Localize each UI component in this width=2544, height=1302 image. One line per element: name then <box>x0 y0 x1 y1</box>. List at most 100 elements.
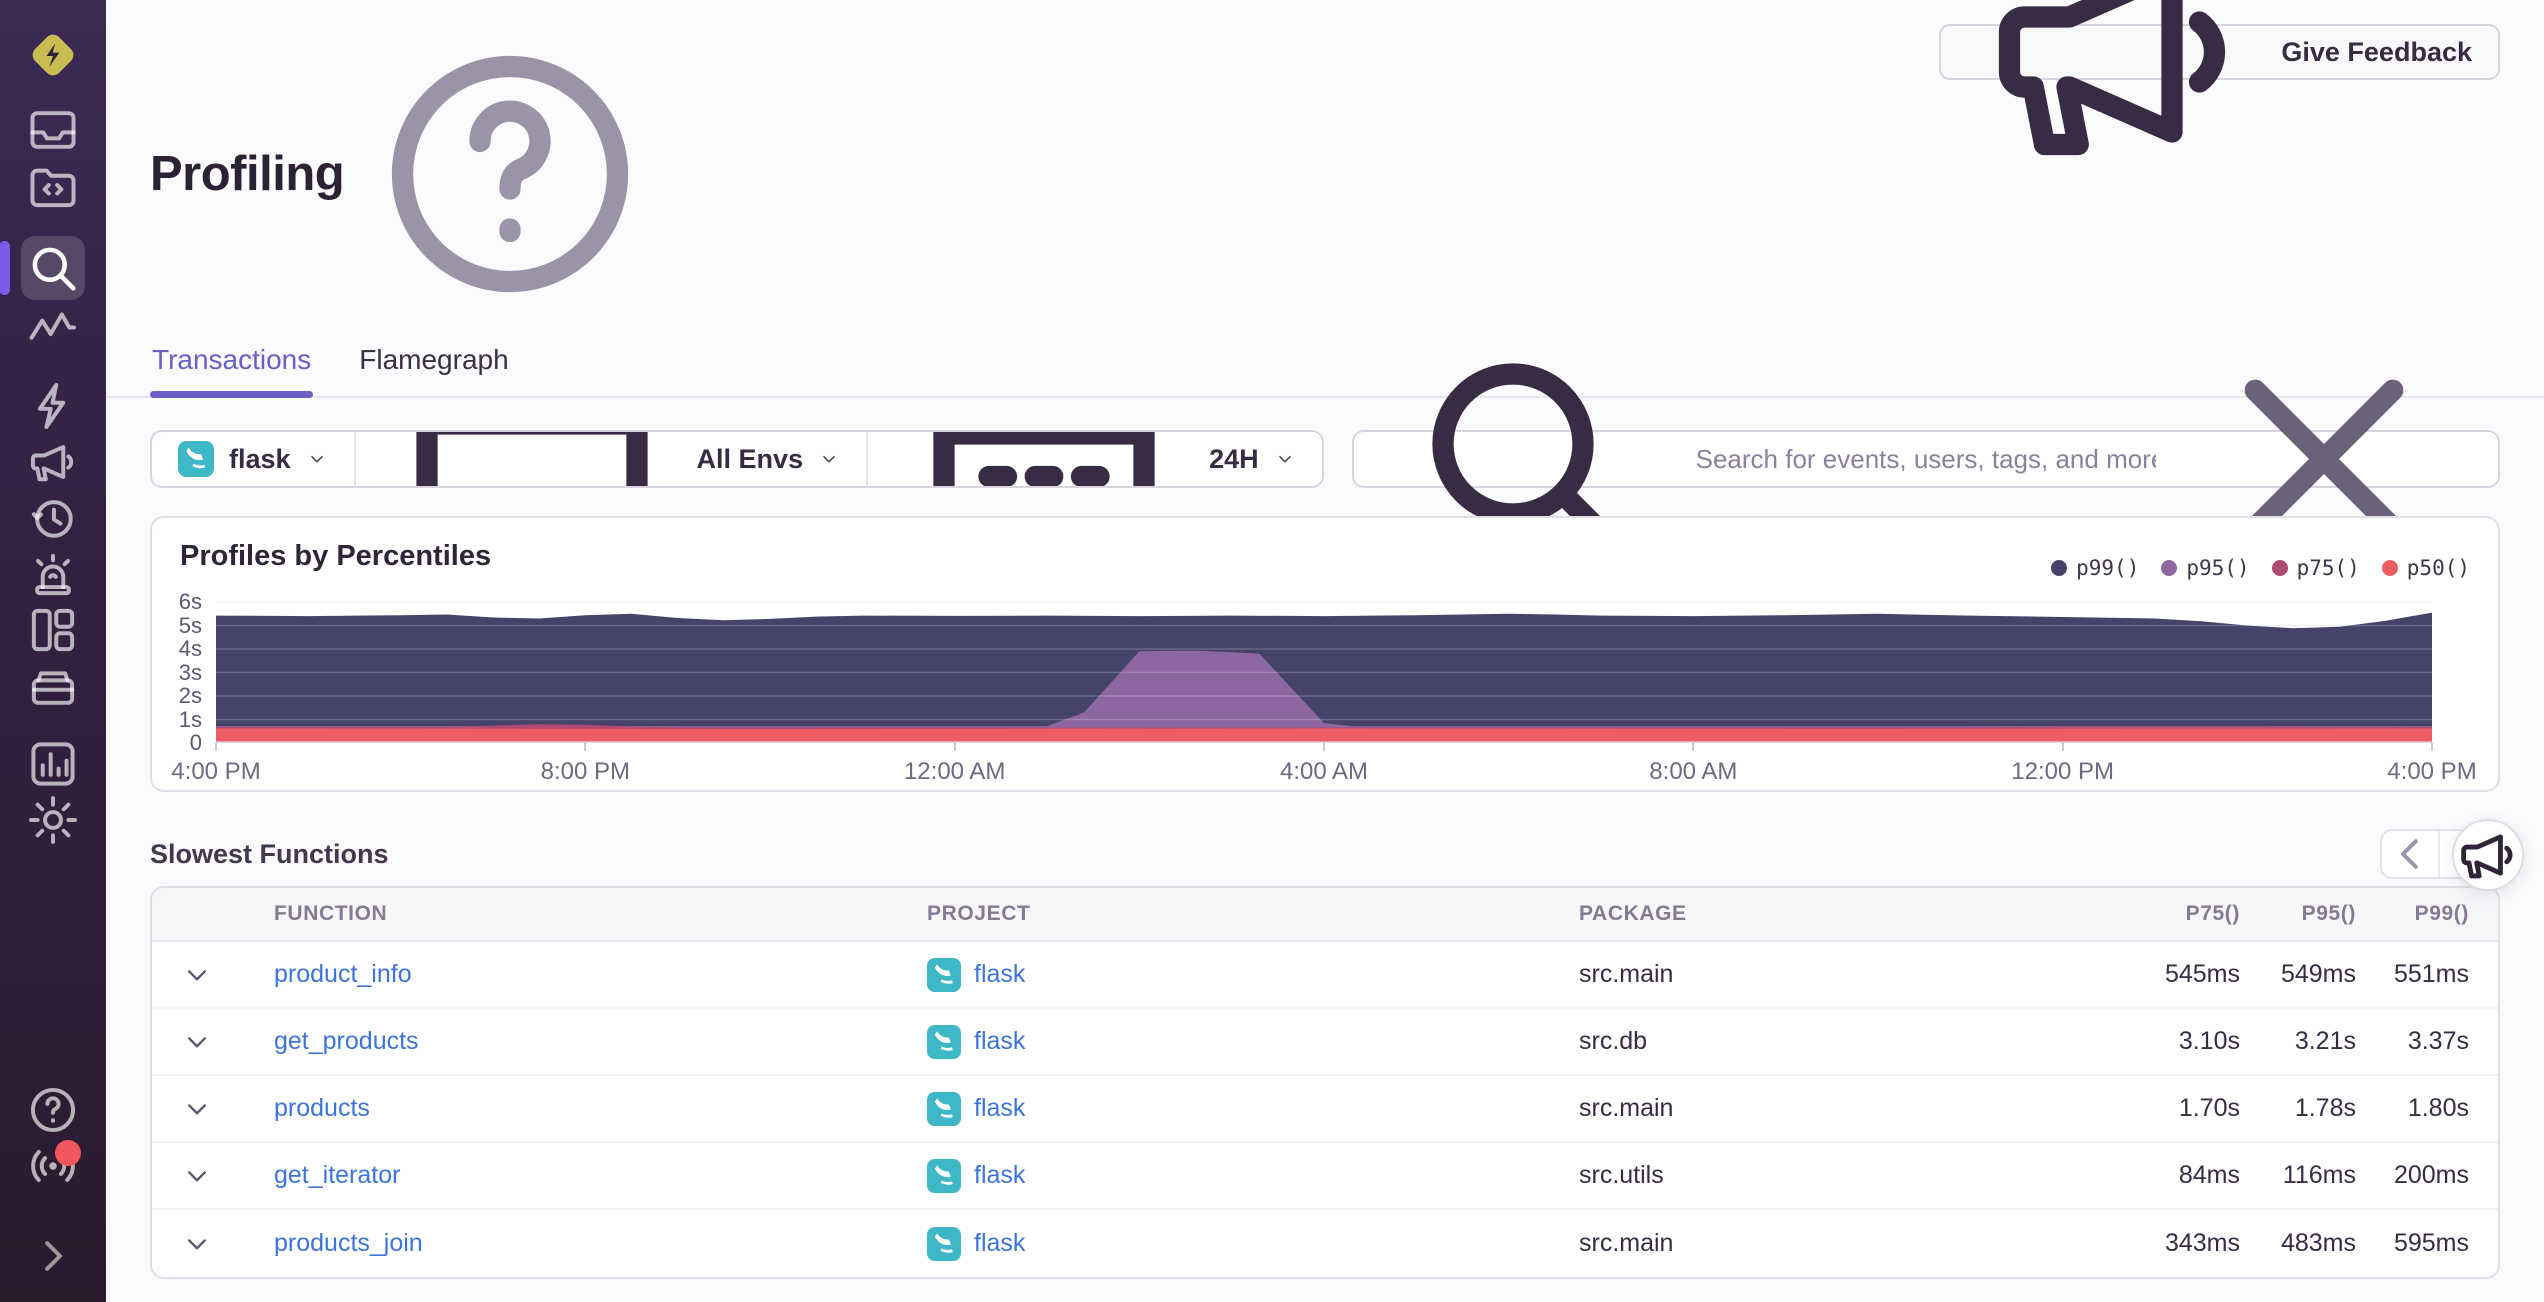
profiles-by-percentiles-card: Profiles by Percentiles p99() p95() p75() p… <box>150 516 2500 792</box>
project-link[interactable]: flask <box>974 1094 1025 1123</box>
sidebar-item-projects[interactable] <box>21 158 85 214</box>
column-header-p95[interactable]: P95() <box>2240 902 2356 926</box>
chevron-down-icon <box>818 448 840 470</box>
sidebar-item-explore[interactable] <box>21 236 85 300</box>
give-feedback-button[interactable]: Give Feedback <box>1939 0 2500 156</box>
date-range-filter-button[interactable]: 24H <box>868 432 1322 486</box>
percentiles-area-chart[interactable]: 0 1s 2s 3s 4s 5s 6s 4:00 PM 8:00 PM 12:00 AM 4:00 … <box>171 589 2476 785</box>
y-axis-label: 4s <box>178 636 202 661</box>
function-link[interactable]: products_join <box>274 1229 423 1257</box>
slowest-functions-prev-button[interactable] <box>2382 831 2440 877</box>
calendar-icon <box>894 432 1194 486</box>
column-header-p99[interactable]: P99() <box>2356 902 2469 926</box>
environment-filter-button[interactable]: All Envs <box>356 432 867 486</box>
sidebar-item-alerts[interactable] <box>21 546 85 602</box>
project-cell: flask <box>927 1226 1579 1261</box>
row-expander[interactable] <box>180 1227 274 1261</box>
p99-cell: 3.37s <box>2407 1027 2469 1055</box>
megaphone-icon <box>1999 0 2226 156</box>
sidebar-item-stats[interactable] <box>21 736 85 792</box>
megaphone-icon <box>2461 834 2513 879</box>
sidebar-item-whats-new[interactable] <box>21 1138 85 1194</box>
sidebar-item-releases[interactable] <box>21 658 85 714</box>
traces-icon <box>29 312 76 340</box>
help-icon <box>30 1087 76 1133</box>
p95-cell: 549ms <box>2280 960 2356 988</box>
x-axis-tick <box>1323 743 1325 751</box>
p99-cell: 551ms <box>2393 960 2469 988</box>
project-filter-button[interactable]: flask <box>152 432 354 486</box>
row-expander[interactable] <box>180 1025 274 1059</box>
p95-cell: 1.78s <box>2294 1094 2356 1122</box>
chevron-down-icon <box>188 1238 206 1249</box>
slowest-functions-table: FUNCTION PROJECT PACKAGE P75() P95() P99() pro… <box>150 886 2500 1279</box>
collapse-icon <box>45 1241 62 1271</box>
crons-icon <box>31 500 73 538</box>
legend-item-p99[interactable]: p99() <box>2051 556 2139 580</box>
legend-item-p75[interactable]: p75() <box>2271 556 2360 580</box>
sidebar-item-settings[interactable] <box>21 792 85 848</box>
function-cell: products_join <box>274 1229 927 1258</box>
sidebar-item-crons[interactable] <box>21 490 85 546</box>
function-link[interactable]: products <box>274 1094 370 1122</box>
tab-transactions[interactable]: Transactions <box>150 338 314 398</box>
tab-flamegraph[interactable]: Flamegraph <box>357 338 510 396</box>
project-cell: flask <box>927 1024 1579 1059</box>
chevron-left-icon <box>2401 839 2418 869</box>
sidebar-item-help[interactable] <box>21 1082 85 1138</box>
slowest-functions-pagination <box>2380 819 2524 891</box>
project-link[interactable]: flask <box>974 960 1025 989</box>
x-axis-label: 12:00 AM <box>903 758 1006 785</box>
stats-icon <box>31 742 75 786</box>
project-link[interactable]: flask <box>974 1027 1025 1056</box>
function-link[interactable]: get_iterator <box>274 1161 400 1189</box>
flask-project-icon <box>927 1091 961 1126</box>
area-series-p50 <box>216 728 2432 743</box>
function-link[interactable]: get_products <box>274 1027 419 1055</box>
column-header-package[interactable]: PACKAGE <box>1579 902 2128 926</box>
flask-project-icon <box>178 441 214 477</box>
row-expander[interactable] <box>180 1092 274 1126</box>
y-axis-label: 5s <box>178 612 202 638</box>
sentry-logo[interactable] <box>24 26 82 84</box>
table-row: product_info flask src.main 545ms 549ms 551ms <box>152 942 2498 1009</box>
legend-label: p75() <box>2296 556 2360 580</box>
x-axis-label: 8:00 PM <box>540 758 631 785</box>
package-cell: src.utils <box>1579 1161 1664 1189</box>
sidebar-nav <box>0 102 106 870</box>
project-link[interactable]: flask <box>974 1229 1025 1258</box>
column-header-project[interactable]: PROJECT <box>927 902 1579 926</box>
y-axis-label: 6s <box>178 589 202 614</box>
chevron-down-icon <box>188 1036 206 1047</box>
sidebar-item-feedback[interactable] <box>21 434 85 490</box>
row-expander[interactable] <box>180 958 274 992</box>
chevron-down-icon <box>1274 448 1296 470</box>
legend-dot <box>2271 560 2288 576</box>
y-axis-label: 0 <box>189 730 202 755</box>
sidebar-item-insights[interactable] <box>21 378 85 434</box>
legend-item-p95[interactable]: p95() <box>2161 556 2250 580</box>
flask-project-icon <box>927 1091 961 1126</box>
sidebar-item-dashboards[interactable] <box>21 602 85 658</box>
column-header-p75[interactable]: P75() <box>2128 902 2240 926</box>
function-cell: products <box>274 1094 927 1123</box>
sidebar-nav-group <box>21 378 85 714</box>
help-icon[interactable] <box>360 24 660 324</box>
row-expander[interactable] <box>180 1159 274 1193</box>
column-header-function[interactable]: FUNCTION <box>274 902 927 926</box>
project-link[interactable]: flask <box>974 1161 1025 1190</box>
main-area: Profiling Give Feedback Transactions Flam… <box>106 0 2544 1302</box>
x-axis-label: 4:00 AM <box>1279 758 1369 785</box>
p99-cell: 595ms <box>2393 1229 2469 1257</box>
sidebar-item-traces[interactable] <box>21 300 85 356</box>
floating-feedback-button[interactable] <box>2452 819 2524 891</box>
function-link[interactable]: product_info <box>274 960 412 988</box>
table-row: get_iterator flask src.utils 84ms 116ms 200ms <box>152 1143 2498 1210</box>
slowest-functions-title: Slowest Functions <box>150 838 389 869</box>
sidebar-collapse-button[interactable] <box>21 1228 85 1284</box>
sidebar-item-issues[interactable] <box>21 102 85 158</box>
search-input[interactable] <box>1695 443 2156 475</box>
legend-item-p50[interactable]: p50() <box>2381 556 2470 580</box>
flask-project-icon <box>927 1158 961 1193</box>
p75-cell: 3.10s <box>2178 1027 2240 1055</box>
